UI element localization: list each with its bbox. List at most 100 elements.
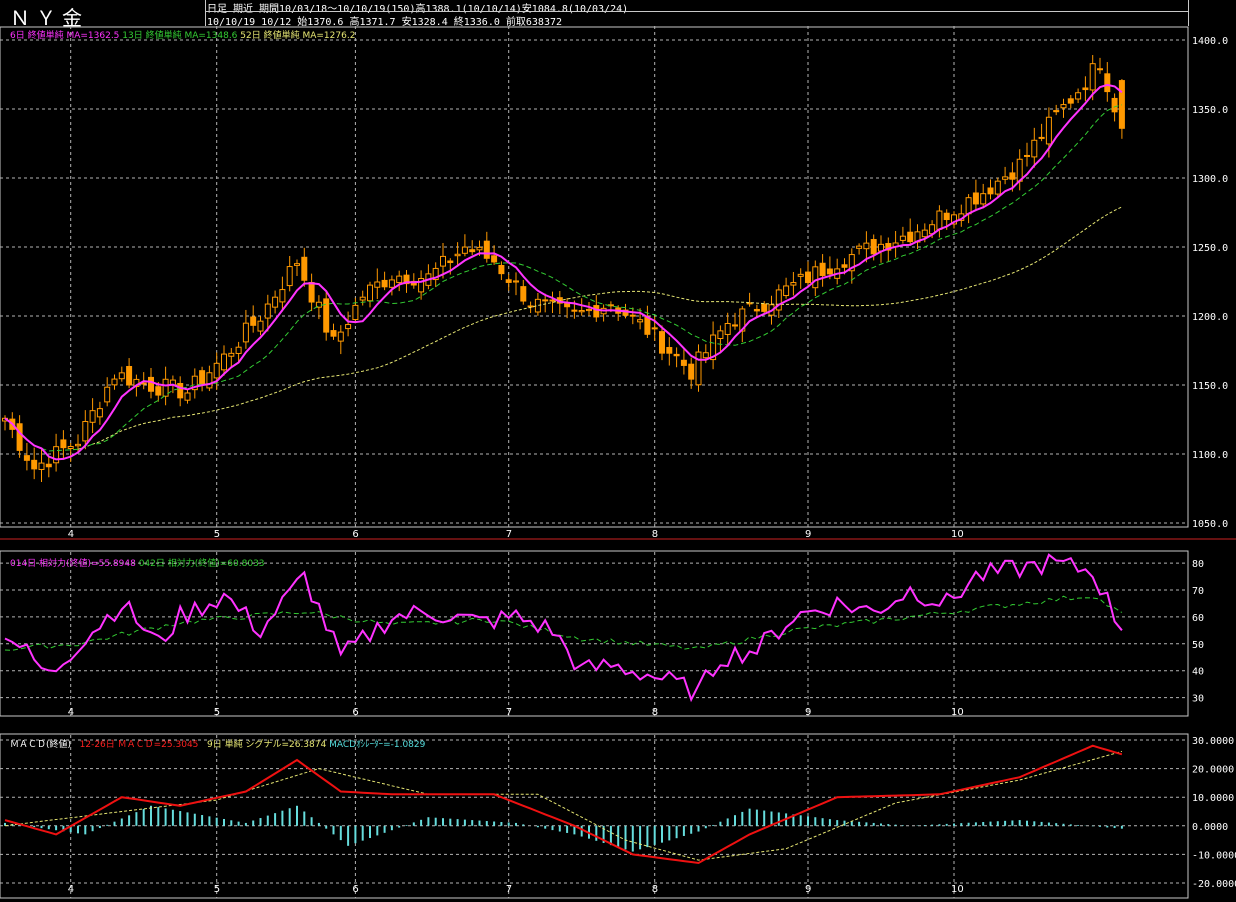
candle-body — [571, 309, 578, 312]
candle-body — [586, 308, 592, 312]
candle-body — [118, 372, 125, 380]
candle-body — [936, 210, 943, 230]
candle-body — [286, 266, 293, 287]
candle-body — [213, 362, 220, 379]
ma52-line — [77, 206, 1123, 450]
candle-body — [23, 455, 30, 461]
candle-body — [359, 296, 366, 301]
candle-body — [374, 281, 381, 288]
candle-body — [16, 423, 23, 451]
candle-body — [987, 187, 994, 195]
candle-body — [469, 249, 476, 253]
candle-body — [549, 299, 556, 302]
candle-body — [1053, 110, 1060, 113]
y-tick-label: 1300.0 — [1192, 174, 1228, 185]
candle-body — [907, 231, 914, 243]
candle-body — [1118, 80, 1125, 129]
x-tick-label: 6 — [352, 884, 358, 895]
x-tick-label: 10 — [951, 884, 964, 895]
candle-body — [593, 305, 600, 318]
candle-body — [301, 256, 308, 281]
candle-body — [111, 378, 118, 386]
candle-body — [257, 320, 264, 332]
y-tick-label: 20.0000 — [1192, 765, 1234, 776]
candle-body — [38, 462, 45, 470]
candle-body — [367, 284, 373, 302]
chart-canvas: 1400.0 1350.0 1300.0 1250.0 1200.0 1150.0 1100… — [0, 26, 1236, 899]
candle-body — [1082, 87, 1089, 91]
x-tick-label: 10 — [951, 529, 964, 540]
candle-body — [440, 255, 446, 267]
y-tick-label: 30.0000 — [1192, 736, 1234, 747]
candle-body — [381, 279, 388, 288]
candle-body — [980, 193, 987, 205]
y-tick-label: 1400.0 — [1192, 36, 1228, 47]
candle-body — [965, 197, 972, 215]
x-tick-label: 9 — [805, 884, 811, 895]
x-tick-label: 5 — [214, 884, 220, 895]
candle-body — [96, 408, 103, 418]
candle-body — [60, 439, 67, 449]
candle-body — [564, 303, 571, 308]
y-tick-label: -20.0000 — [1192, 879, 1236, 890]
candle-body — [1075, 92, 1082, 100]
candle-body — [805, 271, 811, 284]
rsi-frame — [0, 550, 1189, 717]
candle-body — [659, 331, 665, 354]
candle-body — [644, 316, 651, 335]
candle-body — [819, 262, 826, 276]
candle-body — [476, 246, 483, 251]
candle-body — [491, 255, 498, 263]
candle-body — [688, 363, 695, 380]
candle-body — [184, 392, 191, 401]
y-tick-label: 1200.0 — [1192, 312, 1228, 323]
candle-body — [155, 386, 162, 396]
candle-body — [264, 303, 271, 319]
candle-body — [461, 246, 468, 254]
candle-body — [753, 308, 760, 312]
candle-body — [1111, 97, 1118, 113]
candle-body — [396, 275, 403, 284]
candle-body — [732, 324, 738, 327]
candle-body — [104, 386, 111, 403]
candle-body — [680, 359, 687, 366]
candle-body — [695, 351, 702, 386]
candle-body — [578, 310, 585, 313]
y-tick-label: 10.0000 — [1192, 793, 1234, 804]
candle-body — [199, 370, 206, 385]
candle-body — [498, 264, 505, 275]
y-tick-label: 60 — [1192, 613, 1204, 624]
candle-body — [673, 353, 680, 357]
candle-body — [1024, 154, 1030, 157]
candle-body — [337, 331, 344, 342]
candle-body — [67, 446, 74, 449]
candle-body — [1038, 136, 1045, 139]
candle-body — [89, 410, 96, 423]
x-tick-label: 10 — [951, 707, 964, 718]
candle-body — [1002, 176, 1009, 180]
candle-body — [666, 347, 673, 354]
y-tick-label: 70 — [1192, 586, 1204, 597]
y-tick-label: 1250.0 — [1192, 243, 1228, 254]
candle-body — [826, 268, 833, 275]
x-tick-label: 8 — [652, 707, 658, 718]
candle-body — [148, 376, 154, 392]
candle-body — [388, 279, 395, 288]
candle-body — [206, 372, 213, 389]
y-tick-label: 80 — [1192, 559, 1204, 570]
x-tick-label: 5 — [214, 707, 220, 718]
candle-body — [308, 282, 315, 303]
x-tick-label: 5 — [214, 529, 220, 540]
x-tick-label: 9 — [805, 529, 811, 540]
grid-lines — [0, 26, 1188, 898]
candle-body — [542, 299, 549, 302]
candle-body — [505, 279, 512, 283]
y-tick-label: 40 — [1192, 667, 1204, 678]
candle-body — [221, 353, 227, 371]
candle-body — [454, 253, 461, 257]
y-tick-label: 1350.0 — [1192, 105, 1228, 116]
x-tick-label: 4 — [68, 707, 74, 718]
candle-body — [330, 330, 337, 337]
candle-body — [943, 212, 950, 221]
y-tick-label: 1050.0 — [1192, 519, 1228, 530]
